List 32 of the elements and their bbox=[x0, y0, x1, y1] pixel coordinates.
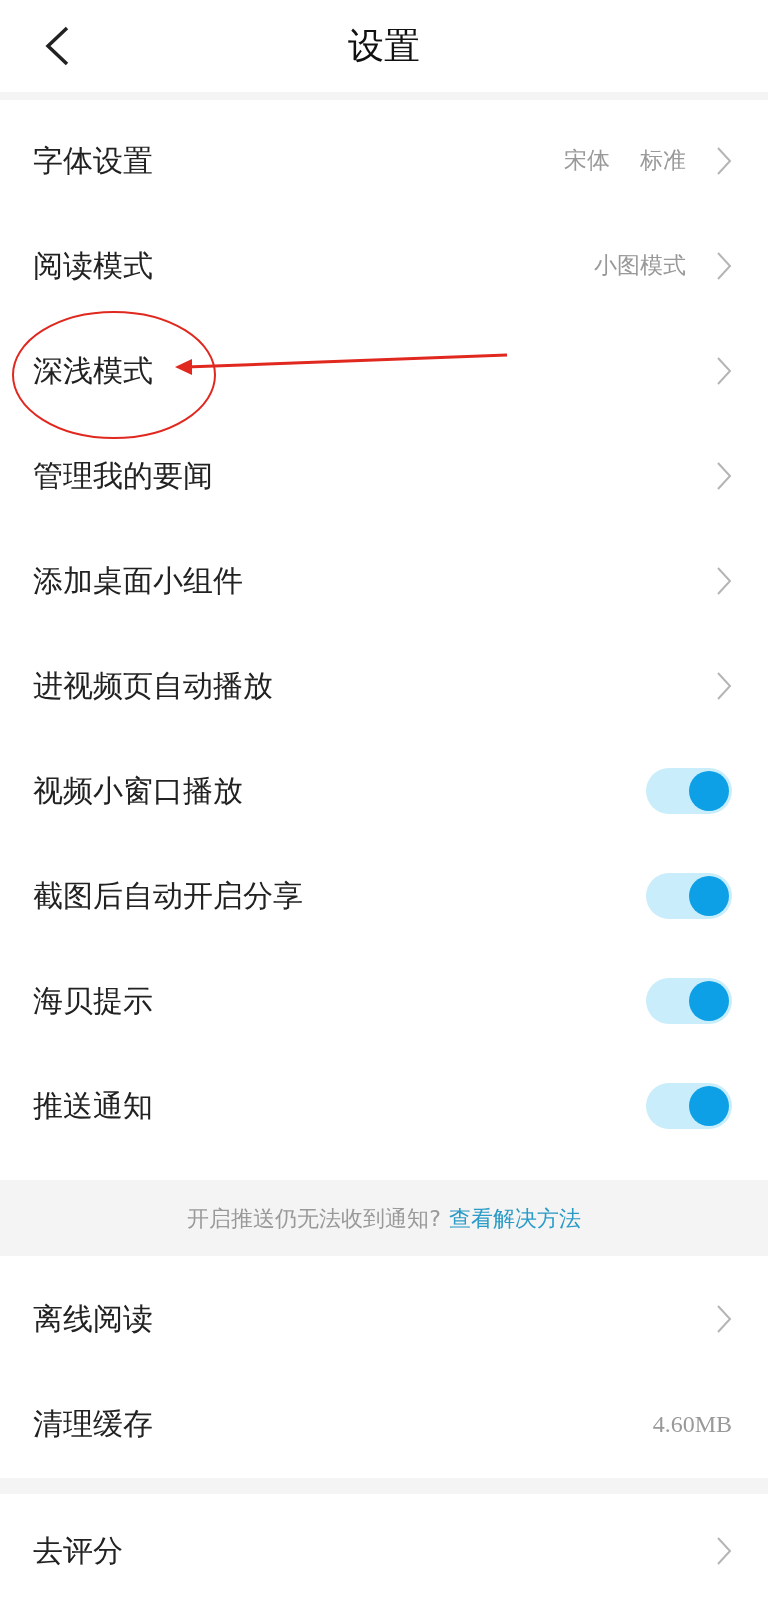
chevron-right-icon bbox=[716, 670, 732, 701]
toggle-switch[interactable] bbox=[646, 872, 732, 919]
row-label: 清理缓存 bbox=[33, 1405, 153, 1443]
row-label: 视频小窗口播放 bbox=[33, 772, 243, 810]
page-title: 设置 bbox=[348, 24, 420, 68]
row-label: 字体设置 bbox=[33, 142, 153, 180]
row-value: 标准 bbox=[640, 146, 686, 176]
row-value: 小图模式 bbox=[594, 251, 686, 281]
row-label: 进视频页自动播放 bbox=[33, 667, 273, 705]
toggle-switch[interactable] bbox=[646, 767, 732, 814]
row-label: 阅读模式 bbox=[33, 247, 153, 285]
chevron-right-icon bbox=[716, 250, 732, 281]
row-value: 4.60MB bbox=[652, 1409, 732, 1439]
chevron-right-icon bbox=[716, 460, 732, 491]
row-label: 海贝提示 bbox=[33, 982, 153, 1020]
notice-text: 开启推送仍无法收到通知? bbox=[187, 1204, 441, 1233]
chevron-right-icon bbox=[716, 1535, 732, 1566]
row-label: 深浅模式 bbox=[33, 352, 153, 390]
row-label: 添加桌面小组件 bbox=[33, 562, 243, 600]
chevron-right-icon bbox=[716, 355, 732, 386]
row-label: 推送通知 bbox=[33, 1087, 153, 1125]
row-label: 去评分 bbox=[33, 1532, 123, 1570]
chevron-right-icon bbox=[716, 1303, 732, 1334]
chevron-right-icon bbox=[716, 145, 732, 176]
row-value: 宋体 bbox=[564, 146, 610, 176]
back-icon[interactable] bbox=[44, 26, 70, 66]
row-label: 截图后自动开启分享 bbox=[33, 877, 303, 915]
chevron-right-icon bbox=[716, 565, 732, 596]
toggle-switch[interactable] bbox=[646, 977, 732, 1024]
toggle-switch[interactable] bbox=[646, 1082, 732, 1129]
row-label: 管理我的要闻 bbox=[33, 457, 213, 495]
row-label: 离线阅读 bbox=[33, 1300, 153, 1338]
